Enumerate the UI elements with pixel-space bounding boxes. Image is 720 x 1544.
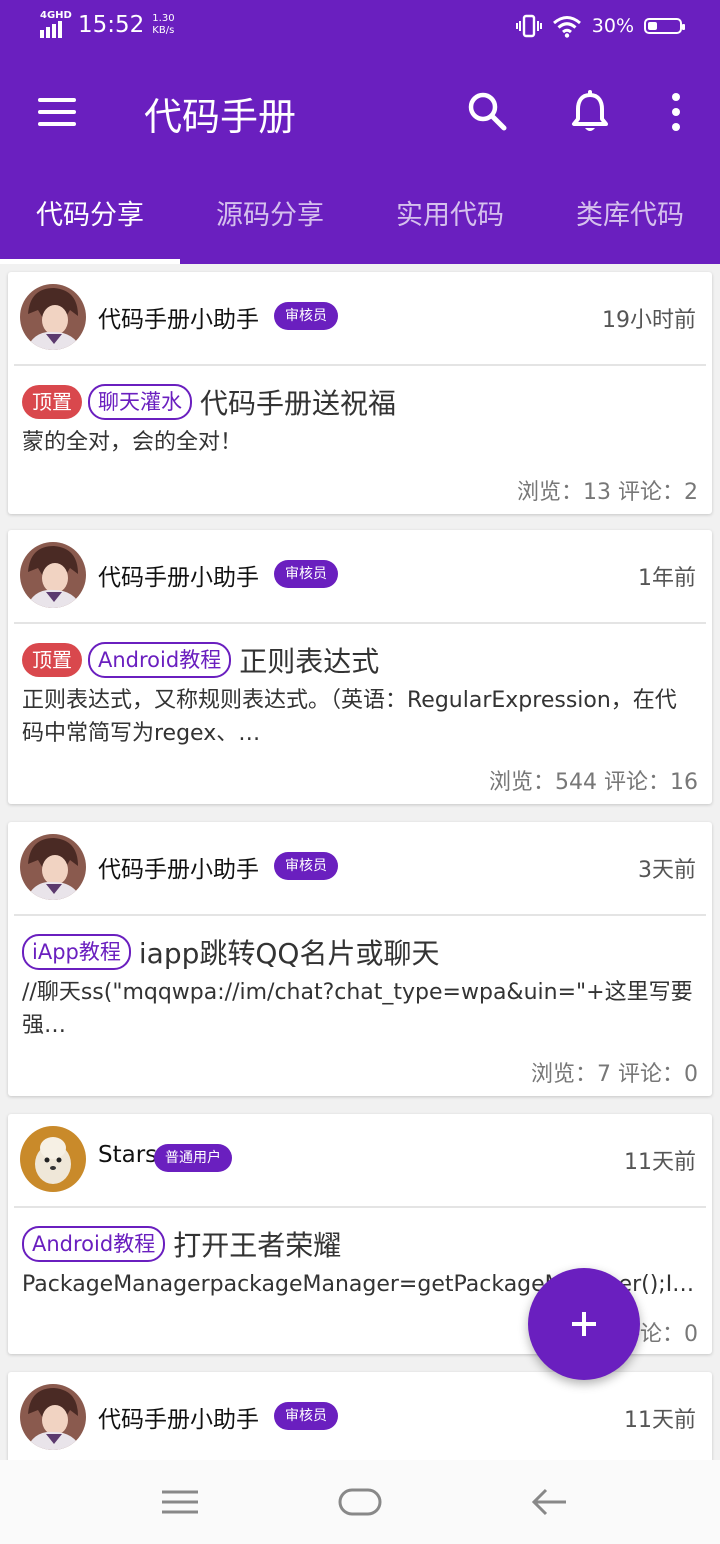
battery-level bbox=[648, 22, 657, 30]
home-icon[interactable] bbox=[330, 1482, 390, 1522]
more-vert-icon[interactable] bbox=[654, 88, 698, 136]
avatar[interactable] bbox=[20, 1126, 86, 1192]
author-name[interactable]: Stars bbox=[98, 1142, 157, 1168]
system-nav-bar bbox=[0, 1460, 720, 1544]
avatar[interactable] bbox=[20, 1384, 86, 1450]
role-badge: 普通用户 bbox=[154, 1144, 232, 1172]
post-excerpt: 蒙的全对，会的全对！ bbox=[22, 430, 243, 455]
status-time: 15:52 bbox=[78, 12, 145, 38]
bell-icon[interactable] bbox=[568, 88, 612, 136]
post-time: 19小时前 bbox=[602, 308, 696, 333]
network-speed-unit: KB/s bbox=[152, 25, 175, 36]
post-time: 11天前 bbox=[624, 1408, 696, 1433]
pinned-tag: 顶置 bbox=[22, 385, 82, 419]
network-speed-value: 1.30 bbox=[152, 13, 175, 24]
role-badge: 审核员 bbox=[274, 560, 338, 588]
tab-source-share[interactable]: 源码分享 bbox=[180, 168, 360, 264]
network-type: 4GHD bbox=[40, 10, 72, 21]
post-card[interactable]: 代码手册小助手 审核员 11天前 bbox=[8, 1372, 712, 1460]
post-stats: 浏览：13 评论：2 bbox=[517, 480, 698, 505]
battery-icon bbox=[644, 18, 685, 34]
category-tag[interactable]: Android教程 bbox=[22, 1226, 166, 1262]
cellular-signal-icon: 4GHD bbox=[38, 10, 72, 40]
post-stats: 浏览：544 评论：16 bbox=[489, 770, 698, 795]
category-tabs: 代码分享 源码分享 实用代码 类库代码 bbox=[0, 168, 720, 264]
post-time: 1年前 bbox=[638, 566, 696, 591]
network-speed: 1.30 KB/s bbox=[152, 13, 174, 37]
avatar[interactable] bbox=[20, 284, 86, 350]
status-bar: 4GHD 15:52 1.30 KB/s 30% bbox=[0, 0, 720, 56]
add-post-button[interactable] bbox=[528, 1268, 640, 1380]
category-tag[interactable]: iApp教程 bbox=[22, 934, 131, 970]
post-title[interactable]: 正则表达式 bbox=[239, 640, 379, 680]
battery-percent: 30% bbox=[591, 15, 634, 37]
author-name[interactable]: 代码手册小助手 bbox=[98, 1400, 259, 1434]
vibrate-icon bbox=[515, 14, 542, 38]
tab-library-code[interactable]: 类库代码 bbox=[540, 168, 720, 264]
post-card[interactable]: 代码手册小助手 审核员 19小时前 顶置 聊天灌水 代码手册送祝福 蒙的全对，会… bbox=[8, 272, 712, 514]
post-title[interactable]: iapp跳转QQ名片或聊天 bbox=[139, 932, 440, 972]
post-stats: 浏览：7 评论：0 bbox=[531, 1062, 698, 1087]
post-excerpt: 正则表达式，又称规则表达式。（英语：RegularExpression，在代码中… bbox=[22, 688, 677, 746]
post-time: 11天前 bbox=[624, 1150, 696, 1175]
post-excerpt: //聊天ss("mqqwpa://im/chat?chat_type=wpa&u… bbox=[22, 980, 693, 1038]
wifi-icon bbox=[552, 16, 581, 38]
author-name[interactable]: 代码手册小助手 bbox=[98, 300, 259, 334]
post-title[interactable]: 代码手册送祝福 bbox=[200, 382, 396, 422]
role-badge: 审核员 bbox=[274, 302, 338, 330]
back-icon[interactable] bbox=[520, 1482, 580, 1522]
tab-practical-code[interactable]: 实用代码 bbox=[360, 168, 540, 264]
search-icon[interactable] bbox=[466, 88, 510, 136]
role-badge: 审核员 bbox=[274, 1402, 338, 1430]
pinned-tag: 顶置 bbox=[22, 643, 82, 677]
post-card[interactable]: 代码手册小助手 审核员 1年前 顶置 Android教程 正则表达式 正则表达式… bbox=[8, 530, 712, 804]
avatar[interactable] bbox=[20, 834, 86, 900]
post-title[interactable]: 打开王者荣耀 bbox=[173, 1224, 341, 1264]
author-name[interactable]: 代码手册小助手 bbox=[98, 850, 259, 884]
post-time: 3天前 bbox=[638, 858, 696, 883]
tab-code-share[interactable]: 代码分享 bbox=[0, 168, 180, 264]
post-card[interactable]: 代码手册小助手 审核员 3天前 iApp教程 iapp跳转QQ名片或聊天 //聊… bbox=[8, 822, 712, 1096]
author-name[interactable]: 代码手册小助手 bbox=[98, 558, 259, 592]
avatar[interactable] bbox=[20, 542, 86, 608]
category-tag[interactable]: 聊天灌水 bbox=[88, 384, 192, 420]
category-tag[interactable]: Android教程 bbox=[88, 642, 232, 678]
role-badge: 审核员 bbox=[274, 852, 338, 880]
recents-icon[interactable] bbox=[150, 1482, 210, 1522]
app-bar: 代码手册 bbox=[0, 56, 720, 168]
menu-icon[interactable] bbox=[38, 98, 76, 126]
app-title: 代码手册 bbox=[144, 95, 297, 139]
